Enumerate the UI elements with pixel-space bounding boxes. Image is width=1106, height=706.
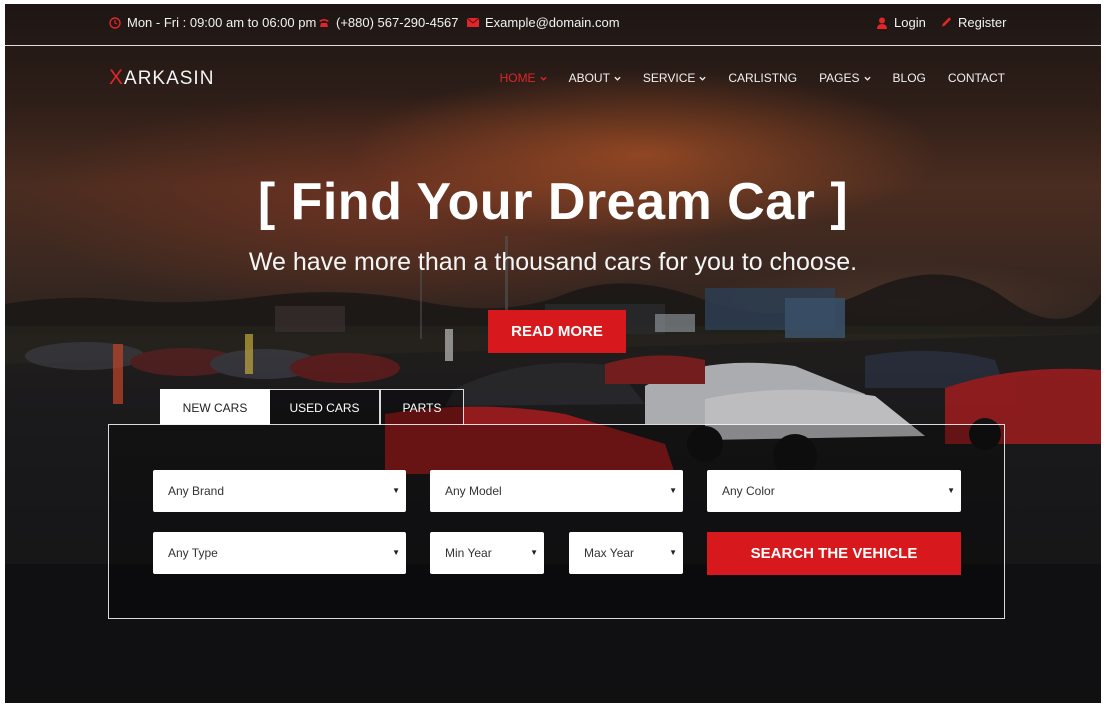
read-more-button[interactable]: READ MORE xyxy=(488,310,626,353)
color-select[interactable]: Any Color ▼ xyxy=(707,470,961,512)
model-select-value: Any Model xyxy=(445,484,502,498)
email-text: Example@domain.com xyxy=(485,15,620,30)
login-link[interactable]: Login xyxy=(876,15,926,30)
nav-item-label: CONTACT xyxy=(947,71,1005,85)
site-logo[interactable]: XARKASIN xyxy=(109,66,214,90)
register-label: Register xyxy=(958,15,1007,30)
dropdown-arrow-icon: ▼ xyxy=(530,548,538,557)
nav-item-label: ABOUT xyxy=(568,71,610,85)
tab-used-cars[interactable]: USED CARS xyxy=(270,389,380,425)
min-year-select[interactable]: Min Year ▼ xyxy=(430,532,544,574)
logo-text: ARKASIN xyxy=(124,68,215,89)
opening-hours: Mon - Fri : 09:00 am to 06:00 pm xyxy=(109,15,316,30)
phone-icon xyxy=(318,17,330,29)
search-tabs: NEW CARS USED CARS PARTS xyxy=(160,389,464,425)
chevron-down-icon xyxy=(539,76,547,81)
search-vehicle-button[interactable]: SEARCH THE VEHICLE xyxy=(707,532,961,575)
phone-number[interactable]: (+880) 567-290-4567 xyxy=(318,15,459,30)
user-icon xyxy=(876,17,888,29)
nav-item-service[interactable]: SERVICE xyxy=(643,71,706,85)
nav-item-pages[interactable]: PAGES xyxy=(819,71,871,85)
dropdown-arrow-icon: ▼ xyxy=(669,486,677,495)
nav-item-carlisting[interactable]: CARLISTNG xyxy=(728,71,797,85)
nav-item-contact[interactable]: CONTACT xyxy=(948,71,1005,85)
phone-number-text: (+880) 567-290-4567 xyxy=(336,15,459,30)
dropdown-arrow-icon: ▼ xyxy=(392,548,400,557)
nav-item-home[interactable]: HOME xyxy=(500,71,547,85)
main-navigation: HOME ABOUT SERVICE CARLISTNG PAGES BLOG … xyxy=(478,71,1005,85)
nav-item-label: CARLISTNG xyxy=(728,71,798,85)
color-select-value: Any Color xyxy=(722,484,775,498)
hero-subtitle: We have more than a thousand cars for yo… xyxy=(248,248,858,276)
pencil-icon xyxy=(940,17,952,29)
brand-select[interactable]: Any Brand ▼ xyxy=(153,470,406,512)
logo-mark: X xyxy=(109,66,125,89)
nav-item-blog[interactable]: BLOG xyxy=(893,71,926,85)
page-frame: Mon - Fri : 09:00 am to 06:00 pm (+880) … xyxy=(5,4,1101,703)
chevron-down-icon xyxy=(614,76,621,81)
opening-hours-text: Mon - Fri : 09:00 am to 06:00 pm xyxy=(127,15,317,30)
model-select[interactable]: Any Model ▼ xyxy=(430,470,683,512)
chevron-down-icon xyxy=(699,76,706,81)
tab-parts[interactable]: PARTS xyxy=(380,389,464,425)
nav-item-label: HOME xyxy=(499,71,536,85)
type-select[interactable]: Any Type ▼ xyxy=(153,532,406,574)
email-link[interactable]: Example@domain.com xyxy=(467,15,620,30)
nav-item-about[interactable]: ABOUT xyxy=(569,71,621,85)
brand-select-value: Any Brand xyxy=(168,484,225,498)
type-select-value: Any Type xyxy=(168,546,218,560)
top-bar: Mon - Fri : 09:00 am to 06:00 pm (+880) … xyxy=(5,4,1101,46)
dropdown-arrow-icon: ▼ xyxy=(669,548,677,557)
hero-title: [ Find Your Dream Car ] xyxy=(257,173,849,231)
dropdown-arrow-icon: ▼ xyxy=(392,486,400,495)
envelope-icon xyxy=(467,17,479,29)
tab-new-cars[interactable]: NEW CARS xyxy=(160,389,270,425)
clock-icon xyxy=(109,16,121,29)
dropdown-arrow-icon: ▼ xyxy=(947,486,955,495)
login-label: Login xyxy=(894,15,926,30)
nav-item-label: SERVICE xyxy=(642,71,696,85)
max-year-select[interactable]: Max Year ▼ xyxy=(569,532,683,574)
vehicle-search-panel: Any Brand ▼ Any Model ▼ Any Color ▼ Any … xyxy=(108,424,1005,619)
max-year-select-value: Max Year xyxy=(584,546,635,560)
nav-item-label: BLOG xyxy=(892,71,926,85)
register-link[interactable]: Register xyxy=(940,15,1006,30)
min-year-select-value: Min Year xyxy=(445,546,492,560)
nav-item-label: PAGES xyxy=(819,71,860,85)
chevron-down-icon xyxy=(863,76,871,81)
